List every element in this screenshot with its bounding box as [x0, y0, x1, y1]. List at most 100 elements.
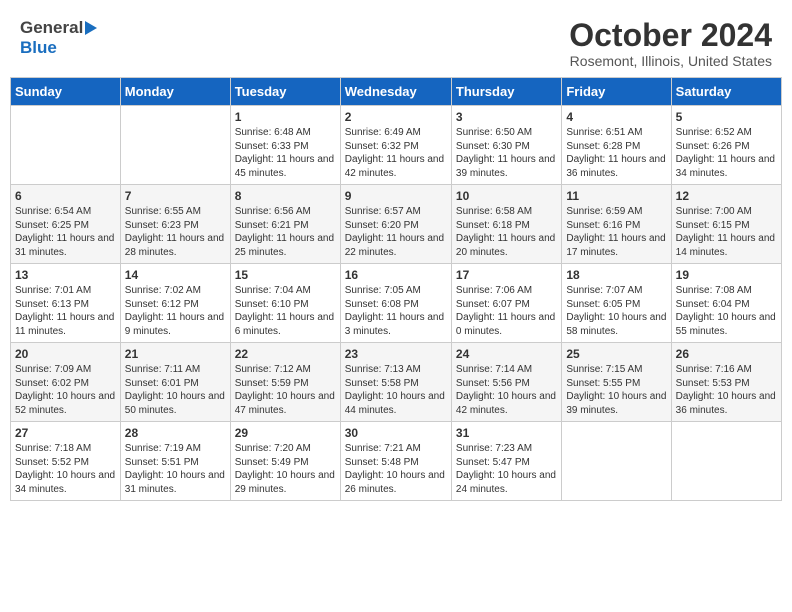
day-number: 1 [235, 110, 336, 124]
logo-arrow-icon [85, 21, 97, 35]
calendar-header-sunday: Sunday [11, 78, 121, 106]
day-info: Sunrise: 6:51 AMSunset: 6:28 PMDaylight:… [566, 126, 666, 180]
calendar-cell [120, 106, 230, 185]
day-number: 28 [125, 426, 226, 440]
calendar-cell: 21 Sunrise: 7:11 AMSunset: 6:01 PMDayligh… [120, 343, 230, 422]
calendar-cell: 5 Sunrise: 6:52 AMSunset: 6:26 PMDaylight… [671, 106, 781, 185]
day-info: Sunrise: 6:48 AMSunset: 6:33 PMDaylight:… [235, 126, 336, 180]
day-info: Sunrise: 6:50 AMSunset: 6:30 PMDaylight:… [456, 126, 557, 180]
calendar-cell: 4 Sunrise: 6:51 AMSunset: 6:28 PMDaylight… [562, 106, 671, 185]
calendar-table: SundayMondayTuesdayWednesdayThursdayFrid… [10, 77, 782, 501]
calendar-cell: 28 Sunrise: 7:19 AMSunset: 5:51 PMDayligh… [120, 422, 230, 501]
calendar-cell: 25 Sunrise: 7:15 AMSunset: 5:55 PMDayligh… [562, 343, 671, 422]
calendar-cell: 1 Sunrise: 6:48 AMSunset: 6:33 PMDaylight… [230, 106, 340, 185]
day-info: Sunrise: 7:13 AMSunset: 5:58 PMDaylight:… [345, 363, 447, 417]
day-number: 31 [456, 426, 557, 440]
calendar-cell: 31 Sunrise: 7:23 AMSunset: 5:47 PMDayligh… [451, 422, 561, 501]
day-number: 29 [235, 426, 336, 440]
calendar-cell: 24 Sunrise: 7:14 AMSunset: 5:56 PMDayligh… [451, 343, 561, 422]
day-number: 20 [15, 347, 116, 361]
day-number: 25 [566, 347, 666, 361]
day-number: 21 [125, 347, 226, 361]
day-info: Sunrise: 7:07 AMSunset: 6:05 PMDaylight:… [566, 284, 666, 338]
day-info: Sunrise: 6:58 AMSunset: 6:18 PMDaylight:… [456, 205, 557, 259]
calendar-cell: 10 Sunrise: 6:58 AMSunset: 6:18 PMDayligh… [451, 185, 561, 264]
calendar-week-row: 20 Sunrise: 7:09 AMSunset: 6:02 PMDayligh… [11, 343, 782, 422]
day-info: Sunrise: 7:09 AMSunset: 6:02 PMDaylight:… [15, 363, 116, 417]
calendar-cell: 7 Sunrise: 6:55 AMSunset: 6:23 PMDaylight… [120, 185, 230, 264]
day-info: Sunrise: 7:12 AMSunset: 5:59 PMDaylight:… [235, 363, 336, 417]
calendar-cell: 18 Sunrise: 7:07 AMSunset: 6:05 PMDayligh… [562, 264, 671, 343]
calendar-header-friday: Friday [562, 78, 671, 106]
page-header: General Blue October 2024 Rosemont, Illi… [10, 10, 782, 73]
day-info: Sunrise: 6:52 AMSunset: 6:26 PMDaylight:… [676, 126, 777, 180]
day-number: 10 [456, 189, 557, 203]
calendar-cell: 22 Sunrise: 7:12 AMSunset: 5:59 PMDayligh… [230, 343, 340, 422]
calendar-header-tuesday: Tuesday [230, 78, 340, 106]
calendar-cell: 8Sunrise: 6:56 AMSunset: 6:21 PMDaylight… [230, 185, 340, 264]
logo-blue: Blue [20, 38, 57, 58]
calendar-cell: 23Sunrise: 7:13 AMSunset: 5:58 PMDayligh… [340, 343, 451, 422]
day-info: Sunrise: 7:04 AMSunset: 6:10 PMDaylight:… [235, 284, 336, 338]
calendar-header-row: SundayMondayTuesdayWednesdayThursdayFrid… [11, 78, 782, 106]
day-number: 5 [676, 110, 777, 124]
day-info: Sunrise: 7:23 AMSunset: 5:47 PMDaylight:… [456, 442, 557, 496]
calendar-header-saturday: Saturday [671, 78, 781, 106]
day-number: 12 [676, 189, 777, 203]
day-info: Sunrise: 6:57 AMSunset: 6:20 PMDaylight:… [345, 205, 447, 259]
day-number: 18 [566, 268, 666, 282]
calendar-cell: 6Sunrise: 6:54 AMSunset: 6:25 PMDaylight… [11, 185, 121, 264]
day-info: Sunrise: 7:19 AMSunset: 5:51 PMDaylight:… [125, 442, 226, 496]
day-info: Sunrise: 7:06 AMSunset: 6:07 PMDaylight:… [456, 284, 557, 338]
calendar-week-row: 1 Sunrise: 6:48 AMSunset: 6:33 PMDaylight… [11, 106, 782, 185]
day-info: Sunrise: 6:55 AMSunset: 6:23 PMDaylight:… [125, 205, 226, 259]
day-number: 19 [676, 268, 777, 282]
day-info: Sunrise: 7:18 AMSunset: 5:52 PMDaylight:… [15, 442, 116, 496]
day-number: 17 [456, 268, 557, 282]
day-info: Sunrise: 7:21 AMSunset: 5:48 PMDaylight:… [345, 442, 447, 496]
calendar-header-wednesday: Wednesday [340, 78, 451, 106]
month-title: October 2024 [569, 18, 772, 53]
day-number: 2 [345, 110, 447, 124]
calendar-cell: 27 Sunrise: 7:18 AMSunset: 5:52 PMDayligh… [11, 422, 121, 501]
calendar-cell: 11 Sunrise: 6:59 AMSunset: 6:16 PMDayligh… [562, 185, 671, 264]
calendar-header-monday: Monday [120, 78, 230, 106]
calendar-cell: 14Sunrise: 7:02 AMSunset: 6:12 PMDayligh… [120, 264, 230, 343]
calendar-cell [671, 422, 781, 501]
calendar-header-thursday: Thursday [451, 78, 561, 106]
day-number: 8 [235, 189, 336, 203]
logo: General Blue [20, 18, 97, 58]
day-info: Sunrise: 7:00 AMSunset: 6:15 PMDaylight:… [676, 205, 777, 259]
day-info: Sunrise: 6:49 AMSunset: 6:32 PMDaylight:… [345, 126, 447, 180]
day-number: 9 [345, 189, 447, 203]
day-info: Sunrise: 7:11 AMSunset: 6:01 PMDaylight:… [125, 363, 226, 417]
calendar-cell: 30 Sunrise: 7:21 AMSunset: 5:48 PMDayligh… [340, 422, 451, 501]
calendar-week-row: 6Sunrise: 6:54 AMSunset: 6:25 PMDaylight… [11, 185, 782, 264]
day-number: 26 [676, 347, 777, 361]
day-number: 24 [456, 347, 557, 361]
day-number: 22 [235, 347, 336, 361]
day-info: Sunrise: 7:14 AMSunset: 5:56 PMDaylight:… [456, 363, 557, 417]
day-number: 16 [345, 268, 447, 282]
day-number: 30 [345, 426, 447, 440]
day-info: Sunrise: 7:02 AMSunset: 6:12 PMDaylight:… [125, 284, 226, 338]
day-number: 15 [235, 268, 336, 282]
calendar-cell: 19Sunrise: 7:08 AMSunset: 6:04 PMDayligh… [671, 264, 781, 343]
calendar-cell: 17 Sunrise: 7:06 AMSunset: 6:07 PMDayligh… [451, 264, 561, 343]
day-number: 11 [566, 189, 666, 203]
day-number: 4 [566, 110, 666, 124]
day-info: Sunrise: 7:20 AMSunset: 5:49 PMDaylight:… [235, 442, 336, 496]
day-number: 3 [456, 110, 557, 124]
day-info: Sunrise: 6:59 AMSunset: 6:16 PMDaylight:… [566, 205, 666, 259]
calendar-cell: 2 Sunrise: 6:49 AMSunset: 6:32 PMDaylight… [340, 106, 451, 185]
calendar-week-row: 13Sunrise: 7:01 AMSunset: 6:13 PMDayligh… [11, 264, 782, 343]
calendar-cell: 20 Sunrise: 7:09 AMSunset: 6:02 PMDayligh… [11, 343, 121, 422]
logo-general: General [20, 18, 83, 38]
day-info: Sunrise: 7:05 AMSunset: 6:08 PMDaylight:… [345, 284, 447, 338]
day-number: 7 [125, 189, 226, 203]
calendar-cell: 13Sunrise: 7:01 AMSunset: 6:13 PMDayligh… [11, 264, 121, 343]
calendar-cell: 9 Sunrise: 6:57 AMSunset: 6:20 PMDaylight… [340, 185, 451, 264]
day-info: Sunrise: 7:15 AMSunset: 5:55 PMDaylight:… [566, 363, 666, 417]
calendar-body: 1 Sunrise: 6:48 AMSunset: 6:33 PMDaylight… [11, 106, 782, 501]
day-number: 27 [15, 426, 116, 440]
